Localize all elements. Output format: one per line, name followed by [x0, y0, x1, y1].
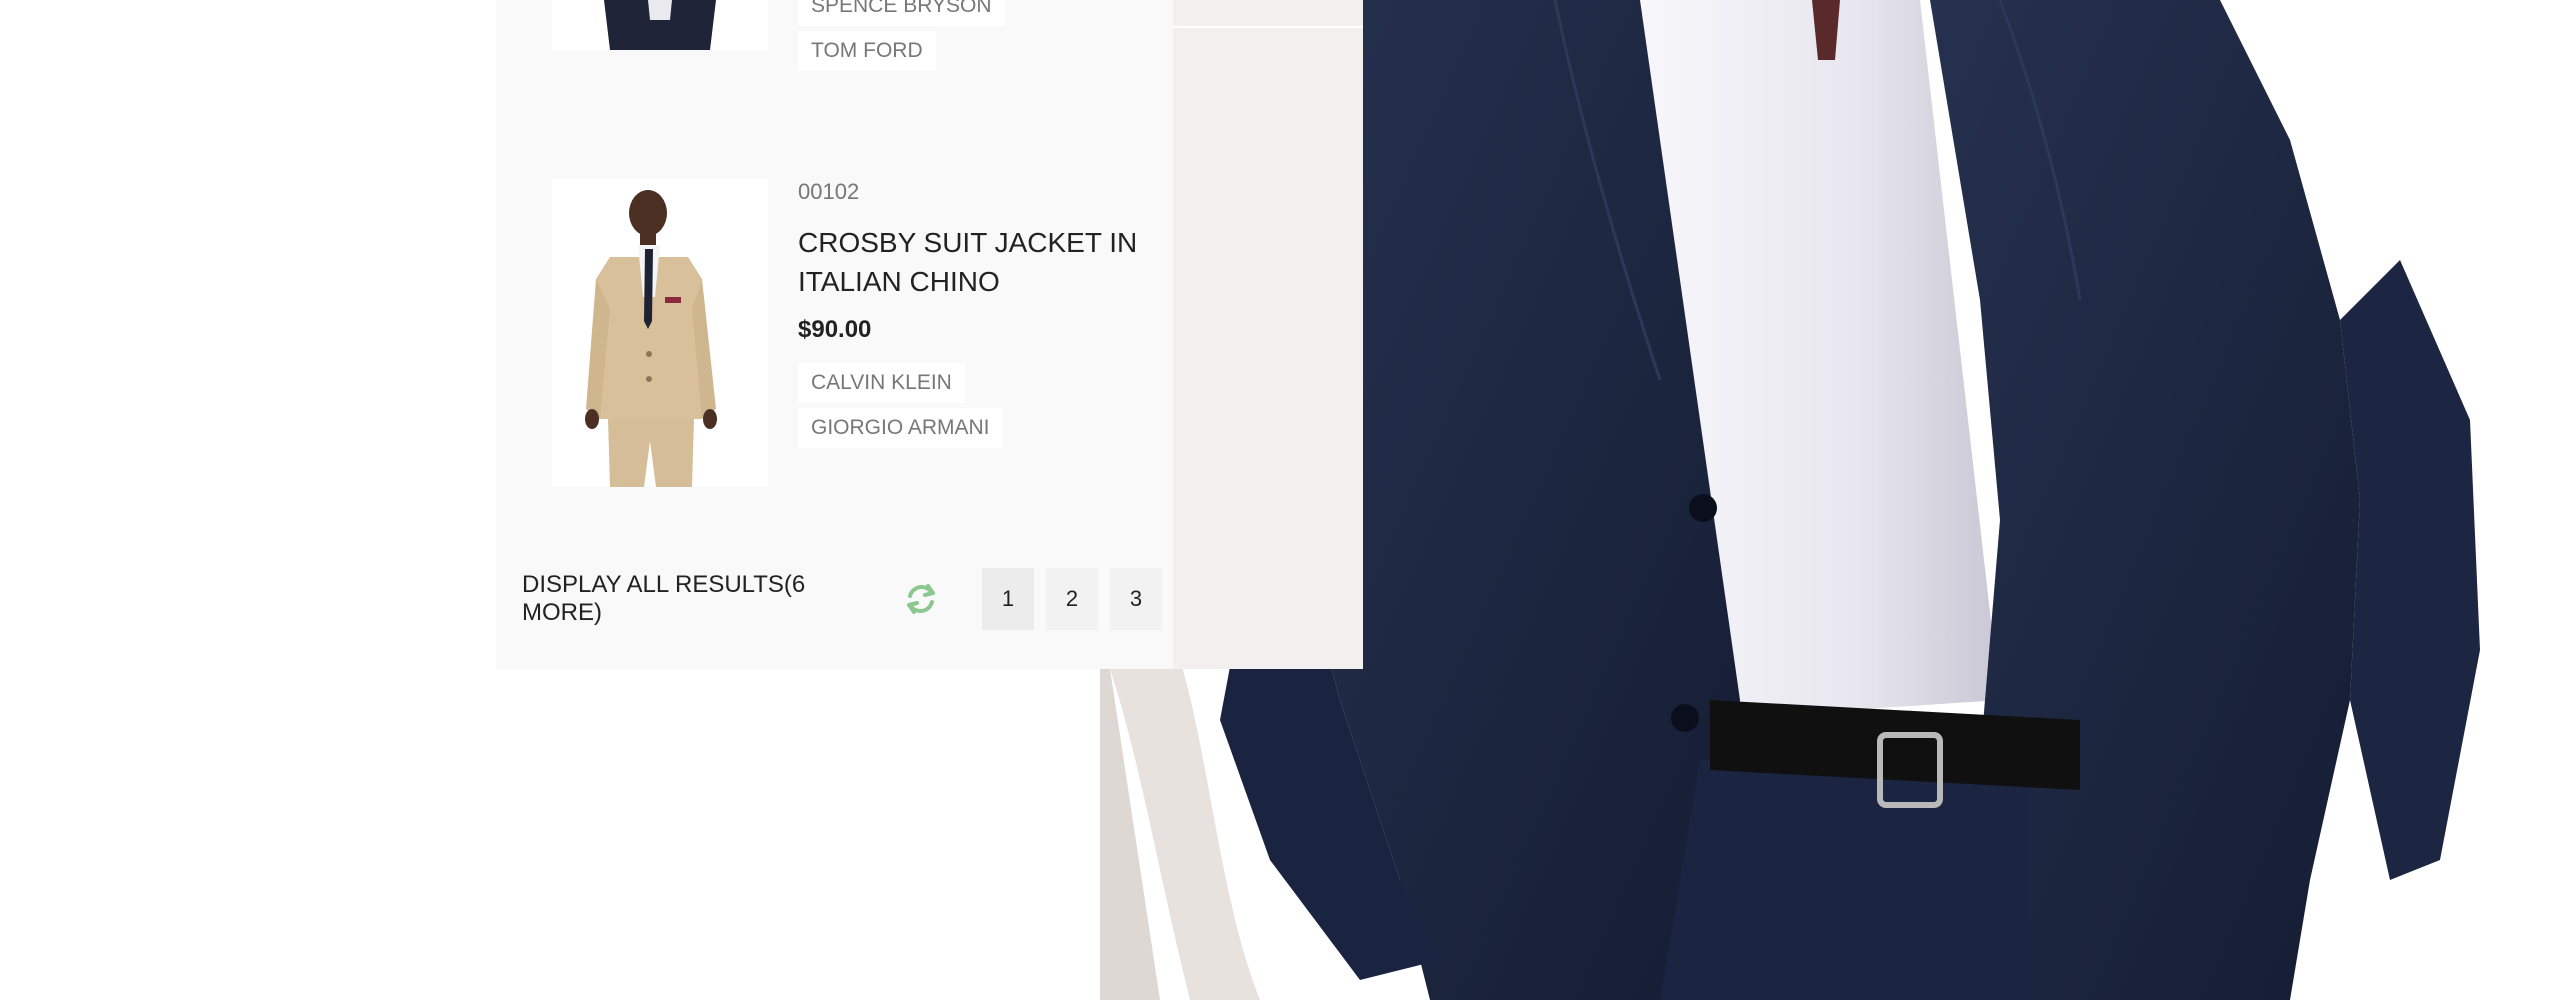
- brand-tag[interactable]: SPENCE BRYSON: [798, 0, 1005, 26]
- results-footer: DISPLAY ALL RESULTS(6 MORE) 1 2 3: [522, 567, 1162, 631]
- product-name-link[interactable]: CROSBY SUIT JACKET IN ITALIAN CHINO: [798, 223, 1138, 301]
- display-all-results-link[interactable]: DISPLAY ALL RESULTS(6 MORE): [522, 571, 878, 627]
- brand-tag[interactable]: GIORGIO ARMANI: [798, 408, 1003, 448]
- page-button-1[interactable]: 1: [982, 568, 1034, 630]
- brand-tag[interactable]: CALVIN KLEIN: [798, 363, 965, 403]
- product-thumbnail[interactable]: [552, 0, 768, 50]
- search-results-dropdown: SPENCE BRYSON TOM FORD 00102 CROSBY SUIT…: [496, 0, 1173, 669]
- product-price: $90.00: [798, 316, 872, 343]
- pagination: 1 2 3: [982, 568, 1162, 630]
- product-sku: 00102: [798, 179, 860, 204]
- product-thumbnail[interactable]: [552, 179, 768, 487]
- page-button-3[interactable]: 3: [1110, 568, 1162, 630]
- brand-list: CALVIN KLEIN GIORGIO ARMANI: [798, 363, 1138, 451]
- results-side-panel: [1173, 0, 1363, 669]
- brand-tag[interactable]: TOM FORD: [798, 31, 936, 71]
- product-info: 00102 CROSBY SUIT JACKET IN ITALIAN CHIN…: [798, 179, 1138, 451]
- refresh-icon[interactable]: [902, 580, 940, 618]
- side-panel-divider: [1173, 26, 1363, 28]
- page-button-2[interactable]: 2: [1046, 568, 1098, 630]
